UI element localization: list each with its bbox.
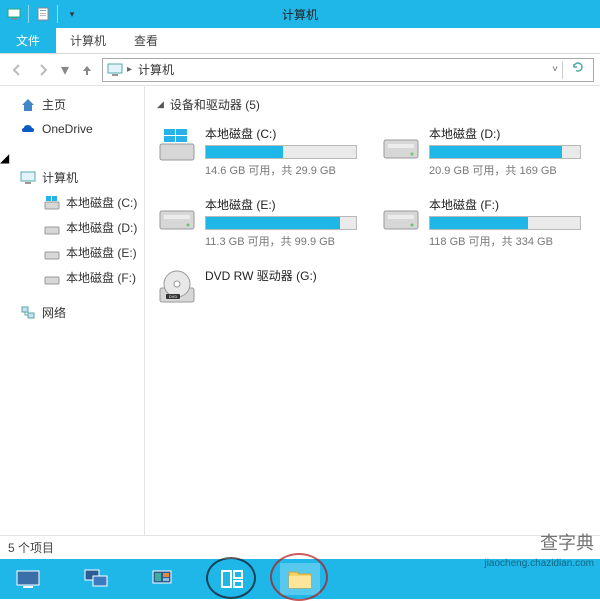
status-item-count: 5 个项目 [8,539,54,556]
drive-stats: 118 GB 可用，共 334 GB [429,233,581,249]
window-title: 计算机 [282,6,318,23]
drive-usage-bar [429,216,581,230]
tab-file[interactable]: 文件 [0,28,56,53]
body: 主页 OneDrive ◢ 计算机 本地磁盘 (C:) [0,86,600,535]
sidebar-item-drive-d[interactable]: 本地磁盘 (D:) [0,215,144,240]
drive-name: 本地磁盘 (C:) [205,125,357,142]
sidebar-item-computer[interactable]: 计算机 [0,165,144,190]
drives-grid: 本地磁盘 (C:) 14.6 GB 可用，共 29.9 GB 本地磁盘 (D:) 20… [157,125,588,307]
cloud-icon [20,121,36,137]
network-icon [20,305,36,321]
computer-icon [107,62,123,78]
drive-usage-fill [430,217,528,229]
drive-item[interactable]: 本地磁盘 (F:) 118 GB 可用，共 334 GB [381,196,581,249]
taskbar-app-1[interactable] [8,563,48,595]
sidebar-item-label: 主页 [42,96,66,113]
taskbar-task-view[interactable] [212,563,252,595]
sidebar-item-drive-c[interactable]: 本地磁盘 (C:) [0,190,144,215]
expand-collapse-icon[interactable]: ◢ [0,151,9,165]
recent-dropdown-icon[interactable]: ▾ [58,59,72,81]
taskbar-app-2[interactable] [76,563,116,595]
qat-dropdown-icon[interactable]: ▾ [64,6,80,22]
ribbon-tabs: 文件 计算机 查看 [0,28,600,54]
address-dropdown-icon[interactable]: ˅ [552,64,558,75]
drive-usage-bar [205,216,357,230]
address-bar: ▾ ▸ 计算机 ˅ [0,54,600,86]
drive-icon [44,270,60,286]
up-button[interactable] [76,59,98,81]
sidebar-item-network[interactable]: 网络 [0,300,144,325]
svg-text:DVD: DVD [169,294,178,299]
drive-name: DVD RW 驱动器 (G:) [205,267,357,284]
drive-usage-fill [430,146,562,158]
drive-info: DVD RW 驱动器 (G:) [205,267,357,307]
sidebar-item-onedrive[interactable]: OneDrive [0,117,144,141]
tab-computer[interactable]: 计算机 [56,28,120,53]
drive-os-icon [44,195,60,211]
drive-item[interactable]: 本地磁盘 (D:) 20.9 GB 可用，共 169 GB [381,125,581,178]
forward-button[interactable] [32,59,54,81]
drive-item[interactable]: DVD DVD RW 驱动器 (G:) [157,267,357,307]
drive-info: 本地磁盘 (E:) 11.3 GB 可用，共 99.9 GB [205,196,357,249]
drive-info: 本地磁盘 (C:) 14.6 GB 可用，共 29.9 GB [205,125,357,178]
drive-usage-bar [205,145,357,159]
separator [562,61,563,79]
drive-stats: 11.3 GB 可用，共 99.9 GB [205,233,357,249]
drive-item[interactable]: 本地磁盘 (C:) 14.6 GB 可用，共 29.9 GB [157,125,357,178]
drive-icon [381,125,421,165]
breadcrumb[interactable]: 计算机 [136,61,176,78]
sidebar-item-label: 计算机 [42,169,78,186]
dvd-drive-icon: DVD [157,267,197,307]
tab-view[interactable]: 查看 [120,28,172,53]
sidebar-item-home[interactable]: 主页 [0,92,144,117]
title-bar: ▾ 计算机 [0,0,600,28]
drive-info: 本地磁盘 (F:) 118 GB 可用，共 334 GB [429,196,581,249]
drive-name: 本地磁盘 (E:) [205,196,357,213]
watermark-sub: jiaocheng.chazidian.com [484,558,594,569]
collapse-triangle-icon[interactable]: ◢ [157,99,164,110]
quick-access-toolbar: ▾ [0,5,86,23]
drive-icon [381,196,421,236]
sidebar-item-label: 本地磁盘 (D:) [66,219,137,236]
app-icon [6,6,22,22]
navigation-pane: 主页 OneDrive ◢ 计算机 本地磁盘 (C:) [0,86,145,535]
sidebar-item-label: OneDrive [42,122,93,136]
drive-os-icon [157,125,197,165]
taskbar-app-3[interactable] [144,563,184,595]
drive-usage-fill [206,217,340,229]
qat-separator [57,5,58,23]
address-box[interactable]: ▸ 计算机 ˅ [102,58,594,82]
sidebar-item-label: 本地磁盘 (E:) [66,244,137,261]
drive-name: 本地磁盘 (F:) [429,196,581,213]
properties-icon[interactable] [35,6,51,22]
sidebar-item-drive-f[interactable]: 本地磁盘 (F:) [0,265,144,290]
status-bar: 5 个项目 [0,535,600,559]
home-icon [20,97,36,113]
drive-icon [44,220,60,236]
drive-usage-bar [429,145,581,159]
section-title: 设备和驱动器 (5) [170,96,260,113]
sidebar-item-label: 本地磁盘 (F:) [66,269,136,286]
drive-icon [44,245,60,261]
back-button[interactable] [6,59,28,81]
drive-name: 本地磁盘 (D:) [429,125,581,142]
content-pane: ◢ 设备和驱动器 (5) 本地磁盘 (C:) 14.6 GB 可用，共 29.9 … [145,86,600,535]
computer-icon [20,170,36,186]
drive-item[interactable]: 本地磁盘 (E:) 11.3 GB 可用，共 99.9 GB [157,196,357,249]
drive-stats: 14.6 GB 可用，共 29.9 GB [205,162,357,178]
sidebar-item-label: 网络 [42,304,66,321]
drive-usage-fill [206,146,283,158]
drive-info: 本地磁盘 (D:) 20.9 GB 可用，共 169 GB [429,125,581,178]
chevron-right-icon: ▸ [127,64,132,75]
watermark: 查字典 [540,529,594,555]
section-header[interactable]: ◢ 设备和驱动器 (5) [157,96,588,113]
drive-icon [157,196,197,236]
sidebar-item-label: 本地磁盘 (C:) [66,194,137,211]
refresh-icon[interactable] [567,60,589,79]
qat-separator [28,5,29,23]
sidebar-item-drive-e[interactable]: 本地磁盘 (E:) [0,240,144,265]
drive-stats: 20.9 GB 可用，共 169 GB [429,162,581,178]
taskbar-file-explorer[interactable] [280,563,320,595]
